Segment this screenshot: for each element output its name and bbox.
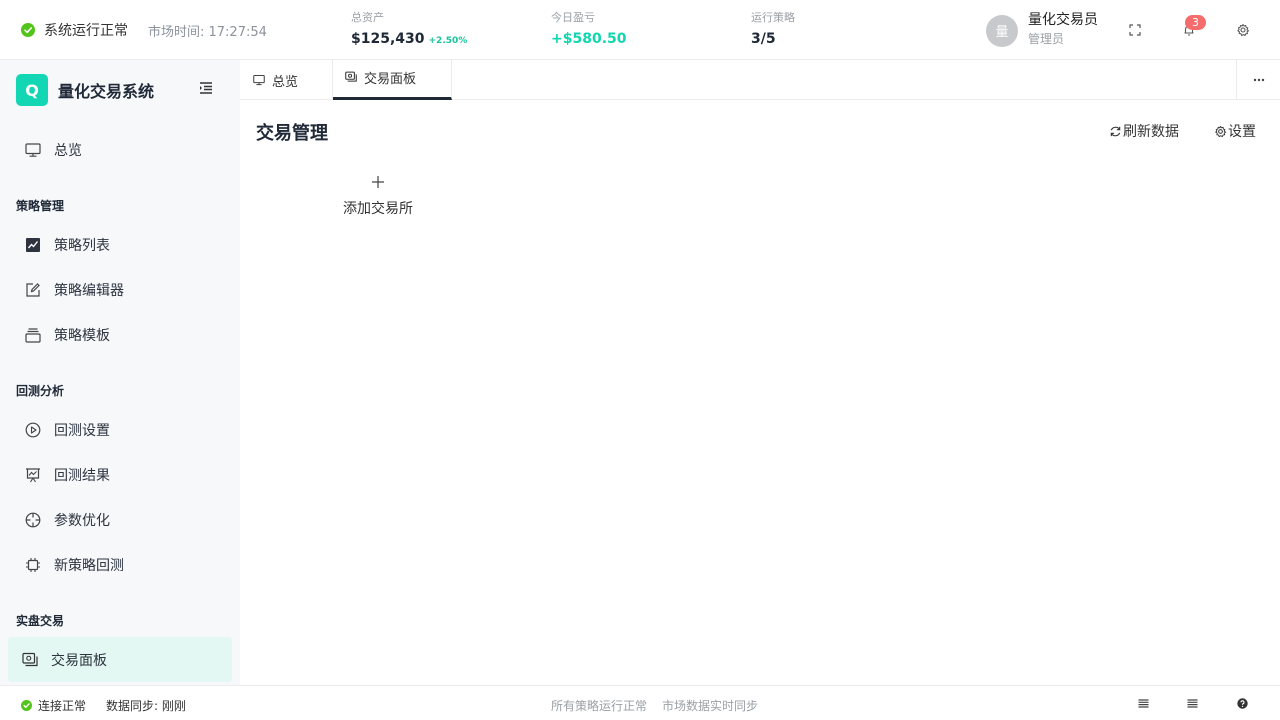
brand[interactable]: Q 量化交易系统 bbox=[16, 74, 154, 106]
tab-label: 总览 bbox=[272, 74, 299, 90]
tab-label: 交易面板 bbox=[364, 71, 417, 87]
group-title-strategy: 策略管理 bbox=[16, 199, 65, 213]
sidebar-item-backtest-results[interactable]: 回测结果 bbox=[8, 452, 232, 497]
user-profile[interactable]: 量 量化交易员 管理员 bbox=[986, 12, 1098, 47]
app-name: 量化交易系统 bbox=[58, 82, 155, 101]
sidebar-item-label: 回测设置 bbox=[54, 422, 110, 439]
total-assets-label: 总资产 bbox=[351, 11, 384, 24]
notification-badge[interactable]: 3 bbox=[1185, 15, 1206, 30]
sidebar-item-param-optimization[interactable]: 参数优化 bbox=[8, 497, 232, 542]
gear-icon[interactable] bbox=[1236, 23, 1250, 37]
sidebar-item-label: 新策略回测 bbox=[54, 557, 124, 574]
today-pnl-label: 今日盈亏 bbox=[551, 11, 595, 24]
sidebar-item-strategy-list[interactable]: 策略列表 bbox=[8, 222, 232, 267]
user-name: 量化交易员 bbox=[1028, 12, 1098, 28]
check-circle-icon bbox=[21, 700, 32, 711]
monitor-icon bbox=[253, 74, 265, 86]
chart-board-icon bbox=[26, 467, 40, 482]
sidebar-item-label: 回测结果 bbox=[54, 467, 110, 484]
app-logo: Q bbox=[16, 74, 48, 106]
group-title-live-trading: 实盘交易 bbox=[16, 614, 65, 628]
tab-trading-panel[interactable]: 交易面板 bbox=[333, 60, 452, 100]
sidebar: Q 量化交易系统 总览 策略管理 策略列表 策略编辑器 策略模板 回测分析 回测… bbox=[0, 60, 240, 685]
plus-icon bbox=[372, 176, 384, 188]
today-pnl-value: +$580.50 bbox=[551, 31, 627, 47]
template-stack-icon bbox=[25, 327, 41, 343]
avatar[interactable]: 量 bbox=[986, 14, 1018, 47]
group-title-backtest: 回测分析 bbox=[16, 384, 65, 398]
sidebar-item-label: 总览 bbox=[54, 142, 82, 159]
chip-icon bbox=[26, 557, 40, 572]
strategies-status: 所有策略运行正常 bbox=[551, 699, 648, 713]
fullscreen-icon[interactable] bbox=[1128, 23, 1142, 37]
refresh-icon bbox=[1110, 126, 1121, 136]
sidebar-item-overview[interactable]: 总览 bbox=[8, 127, 232, 172]
tab-overview[interactable]: 总览 bbox=[240, 60, 333, 100]
help-icon[interactable] bbox=[1237, 698, 1248, 709]
gear-icon bbox=[1215, 125, 1227, 137]
sidebar-item-label: 交易面板 bbox=[51, 652, 107, 669]
trading-panel-icon bbox=[22, 652, 38, 666]
today-pnl-stat: 今日盈亏 +$580.50 bbox=[551, 11, 627, 49]
connection-status-text: 连接正常 bbox=[38, 699, 87, 713]
running-strategies-label: 运行策略 bbox=[751, 11, 795, 24]
play-circle-icon bbox=[25, 422, 41, 437]
running-strategies-value: 3/5 bbox=[751, 31, 776, 47]
market-sync-status: 市场数据实时同步 bbox=[662, 699, 759, 713]
check-circle-icon bbox=[21, 23, 35, 37]
sidebar-item-trading-panel[interactable]: 交易面板 bbox=[8, 637, 232, 682]
total-assets-change: +2.50% bbox=[428, 36, 468, 46]
sidebar-item-strategy-templates[interactable]: 策略模板 bbox=[8, 312, 232, 357]
settings-label: 设置 bbox=[1228, 124, 1256, 140]
running-strategies-stat: 运行策略 3/5 bbox=[751, 11, 795, 49]
crosshair-icon bbox=[25, 512, 41, 527]
refresh-data-label: 刷新数据 bbox=[1123, 124, 1179, 140]
list-icon[interactable] bbox=[1138, 698, 1149, 709]
monitor-icon bbox=[25, 142, 41, 157]
sidebar-item-backtest-settings[interactable]: 回测设置 bbox=[8, 407, 232, 452]
sidebar-item-label: 参数优化 bbox=[54, 512, 110, 529]
sidebar-item-label: 策略列表 bbox=[54, 237, 110, 254]
settings-button[interactable]: 设置 bbox=[1214, 121, 1256, 141]
tab-more-button[interactable] bbox=[1236, 60, 1280, 100]
refresh-data-button[interactable]: 刷新数据 bbox=[1109, 121, 1179, 141]
data-sync-status: 数据同步: 刚刚 bbox=[106, 699, 186, 713]
edit-icon bbox=[26, 282, 40, 297]
sidebar-item-label: 策略编辑器 bbox=[54, 282, 124, 299]
page-title: 交易管理 bbox=[256, 123, 328, 144]
status-footer: 连接正常 数据同步: 刚刚 所有策略运行正常 市场数据实时同步 bbox=[0, 685, 1280, 720]
sidebar-item-new-backtest[interactable]: 新策略回测 bbox=[8, 542, 232, 587]
line-chart-icon bbox=[26, 237, 40, 252]
add-exchange-label: 添加交易所 bbox=[343, 201, 413, 217]
tab-bar: 总览 交易面板 bbox=[240, 60, 1280, 100]
total-assets-stat: 总资产 $125,430 +2.50% bbox=[351, 11, 467, 51]
add-exchange-button[interactable]: 添加交易所 bbox=[338, 170, 418, 226]
more-dots-icon bbox=[1253, 78, 1264, 82]
sidebar-item-label: 策略模板 bbox=[54, 327, 110, 344]
menu-icon[interactable] bbox=[1187, 698, 1198, 709]
system-status: 系统运行正常 bbox=[21, 20, 128, 40]
collapse-menu-icon[interactable] bbox=[199, 82, 213, 94]
trading-panel-icon bbox=[345, 71, 357, 82]
market-time: 市场时间: 17:27:54 bbox=[148, 25, 267, 40]
sidebar-item-strategy-editor[interactable]: 策略编辑器 bbox=[8, 267, 232, 312]
connection-status: 连接正常 bbox=[21, 697, 86, 714]
user-role: 管理员 bbox=[1028, 32, 1065, 46]
top-header: 系统运行正常 市场时间: 17:27:54 总资产 $125,430 +2.50%… bbox=[0, 0, 1280, 60]
system-status-text: 系统运行正常 bbox=[44, 23, 128, 39]
total-assets-value: $125,430 bbox=[351, 31, 425, 47]
